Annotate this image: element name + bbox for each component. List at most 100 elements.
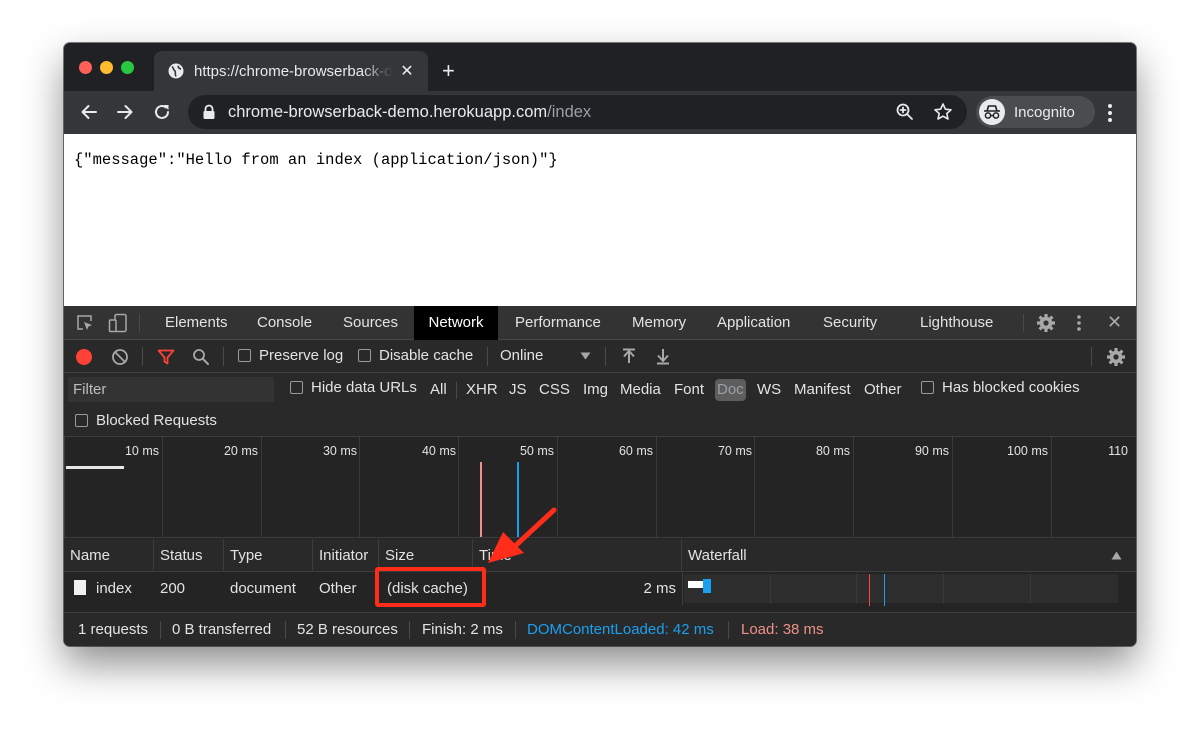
filter-type-font[interactable]: Font (674, 379, 704, 401)
network-settings-gear-icon[interactable] (1106, 347, 1126, 367)
filter-type-css[interactable]: CSS (539, 379, 570, 401)
clear-icon[interactable] (111, 348, 129, 366)
hide-data-urls-checkbox[interactable]: Hide data URLs (290, 379, 417, 396)
search-icon[interactable] (192, 348, 210, 366)
lock-icon[interactable] (202, 104, 216, 120)
filter-type-other[interactable]: Other (864, 379, 902, 401)
tick-label: 10 ms (124, 444, 159, 458)
preserve-log-checkbox[interactable]: Preserve log (238, 347, 343, 364)
column-waterfall[interactable]: Waterfall (682, 539, 1136, 572)
close-devtools-icon[interactable]: ✕ (1107, 312, 1122, 333)
filter-type-all[interactable]: All (430, 379, 447, 401)
filter-type-media[interactable]: Media (620, 379, 661, 401)
tab-close-icon[interactable]: ✕ (398, 61, 416, 81)
minimize-window-button[interactable] (100, 61, 113, 74)
url-host: chrome-browserback-demo.herokuapp.com (228, 102, 548, 121)
tick-label: 40 ms (421, 444, 456, 458)
globe-icon (168, 63, 184, 79)
new-tab-button[interactable]: + (442, 58, 455, 84)
load-time: Load: 38 ms (741, 621, 824, 638)
filter-type-doc[interactable]: Doc (715, 379, 746, 401)
requests-count: 1 requests (78, 621, 149, 638)
tab-lighthouse[interactable]: Lighthouse (908, 306, 1005, 340)
reload-icon[interactable] (151, 101, 173, 123)
transferred-size: 0 B transferred (172, 621, 272, 638)
filter-type-xhr[interactable]: XHR (466, 379, 498, 401)
disable-cache-checkbox[interactable]: Disable cache (358, 347, 473, 364)
page-content: {"message":"Hello from an index (applica… (64, 134, 1136, 306)
resources-size: 52 B resources (297, 621, 398, 638)
tab-performance[interactable]: Performance (503, 306, 613, 340)
request-name-cell: index (74, 572, 132, 605)
filter-type-ws[interactable]: WS (757, 379, 781, 401)
filter-input[interactable]: Filter (68, 377, 274, 402)
tab-application[interactable]: Application (705, 306, 802, 340)
column-type[interactable]: Type (224, 539, 313, 572)
record-icon[interactable] (75, 348, 93, 366)
tick-label: 100 ms (1007, 444, 1048, 458)
url-path: /index (547, 102, 592, 121)
tab-network[interactable]: Network (414, 306, 498, 340)
throttling-select[interactable]: Online (500, 347, 543, 364)
tab-elements[interactable]: Elements (153, 306, 240, 340)
tick-label: 80 ms (815, 444, 850, 458)
browser-tab[interactable]: https://chrome-browserback-demo.herokuap… (154, 51, 428, 91)
annotation-arrow-icon (488, 507, 557, 563)
column-name[interactable]: Name (64, 539, 154, 572)
filter-funnel-icon[interactable] (157, 349, 175, 365)
tick-label: 60 ms (618, 444, 653, 458)
network-status-bar: 1 requests 0 B transferred 52 B resource… (64, 612, 1136, 646)
tab-security[interactable]: Security (811, 306, 889, 340)
inspect-element-icon[interactable] (76, 314, 94, 332)
tick-label: 30 ms (322, 444, 357, 458)
browser-menu-icon[interactable] (1104, 102, 1116, 124)
request-status-cell: 200 (160, 580, 186, 597)
overview-timeline: 10 ms 20 ms 30 ms 40 ms 50 ms 60 ms 70 m… (64, 437, 1136, 538)
blocked-requests-row: Blocked Requests (64, 406, 1136, 437)
overview-request-bar (66, 466, 124, 469)
address-bar[interactable]: chrome-browserback-demo.herokuapp.com/in… (188, 95, 967, 129)
device-toolbar-icon[interactable] (108, 313, 128, 333)
maximize-window-button[interactable] (121, 61, 134, 74)
table-row[interactable]: index 200 document Other (disk cache) 2 … (64, 572, 1136, 610)
tick-label: 90 ms (914, 444, 949, 458)
tick-label: 50 ms (519, 444, 554, 458)
tab-memory[interactable]: Memory (620, 306, 698, 340)
tick-label: 70 ms (717, 444, 752, 458)
bookmark-star-icon[interactable] (933, 102, 953, 122)
browser-toolbar: chrome-browserback-demo.herokuapp.com/in… (64, 91, 1136, 134)
forward-icon[interactable] (114, 101, 136, 123)
tab-sources[interactable]: Sources (331, 306, 410, 340)
devtools-tab-bar: Elements Console Sources Network Perform… (64, 306, 1136, 340)
incognito-profile-button[interactable]: Incognito (976, 96, 1095, 128)
throttling-dropdown-icon[interactable] (580, 352, 591, 360)
sort-ascending-icon[interactable] (1111, 551, 1122, 560)
tab-title: https://chrome-browserback-demo.herokuap… (194, 62, 392, 80)
export-har-icon[interactable] (656, 348, 670, 365)
filter-type-img[interactable]: Img (583, 379, 608, 401)
close-window-button[interactable] (79, 61, 92, 74)
column-status[interactable]: Status (154, 539, 224, 572)
waterfall-load-line (869, 574, 870, 610)
waterfall-bar-download (703, 579, 711, 593)
zoom-icon[interactable] (895, 102, 915, 122)
tab-console[interactable]: Console (245, 306, 324, 340)
tick-label: 20 ms (223, 444, 258, 458)
has-blocked-cookies-checkbox[interactable]: Has blocked cookies (921, 379, 1080, 396)
back-icon[interactable] (78, 101, 100, 123)
finish-time: Finish: 2 ms (422, 621, 503, 638)
request-initiator-cell: Other (319, 580, 357, 597)
dom-content-loaded-time: DOMContentLoaded: 42 ms (527, 621, 714, 638)
request-table-header: Name Status Type Initiator Size Time Wat… (64, 539, 1136, 572)
import-har-icon[interactable] (622, 348, 636, 365)
filter-type-manifest[interactable]: Manifest (794, 379, 851, 401)
incognito-icon (979, 99, 1005, 125)
json-response-text: {"message":"Hello from an index (applica… (74, 151, 558, 169)
blocked-requests-checkbox[interactable]: Blocked Requests (75, 412, 217, 429)
filter-type-js[interactable]: JS (509, 379, 527, 401)
title-bar: https://chrome-browserback-demo.herokuap… (64, 43, 1136, 91)
settings-gear-icon[interactable] (1036, 313, 1056, 333)
waterfall-dcl-line (884, 574, 885, 610)
devtools-menu-icon[interactable] (1074, 314, 1084, 332)
column-initiator[interactable]: Initiator (313, 539, 379, 572)
